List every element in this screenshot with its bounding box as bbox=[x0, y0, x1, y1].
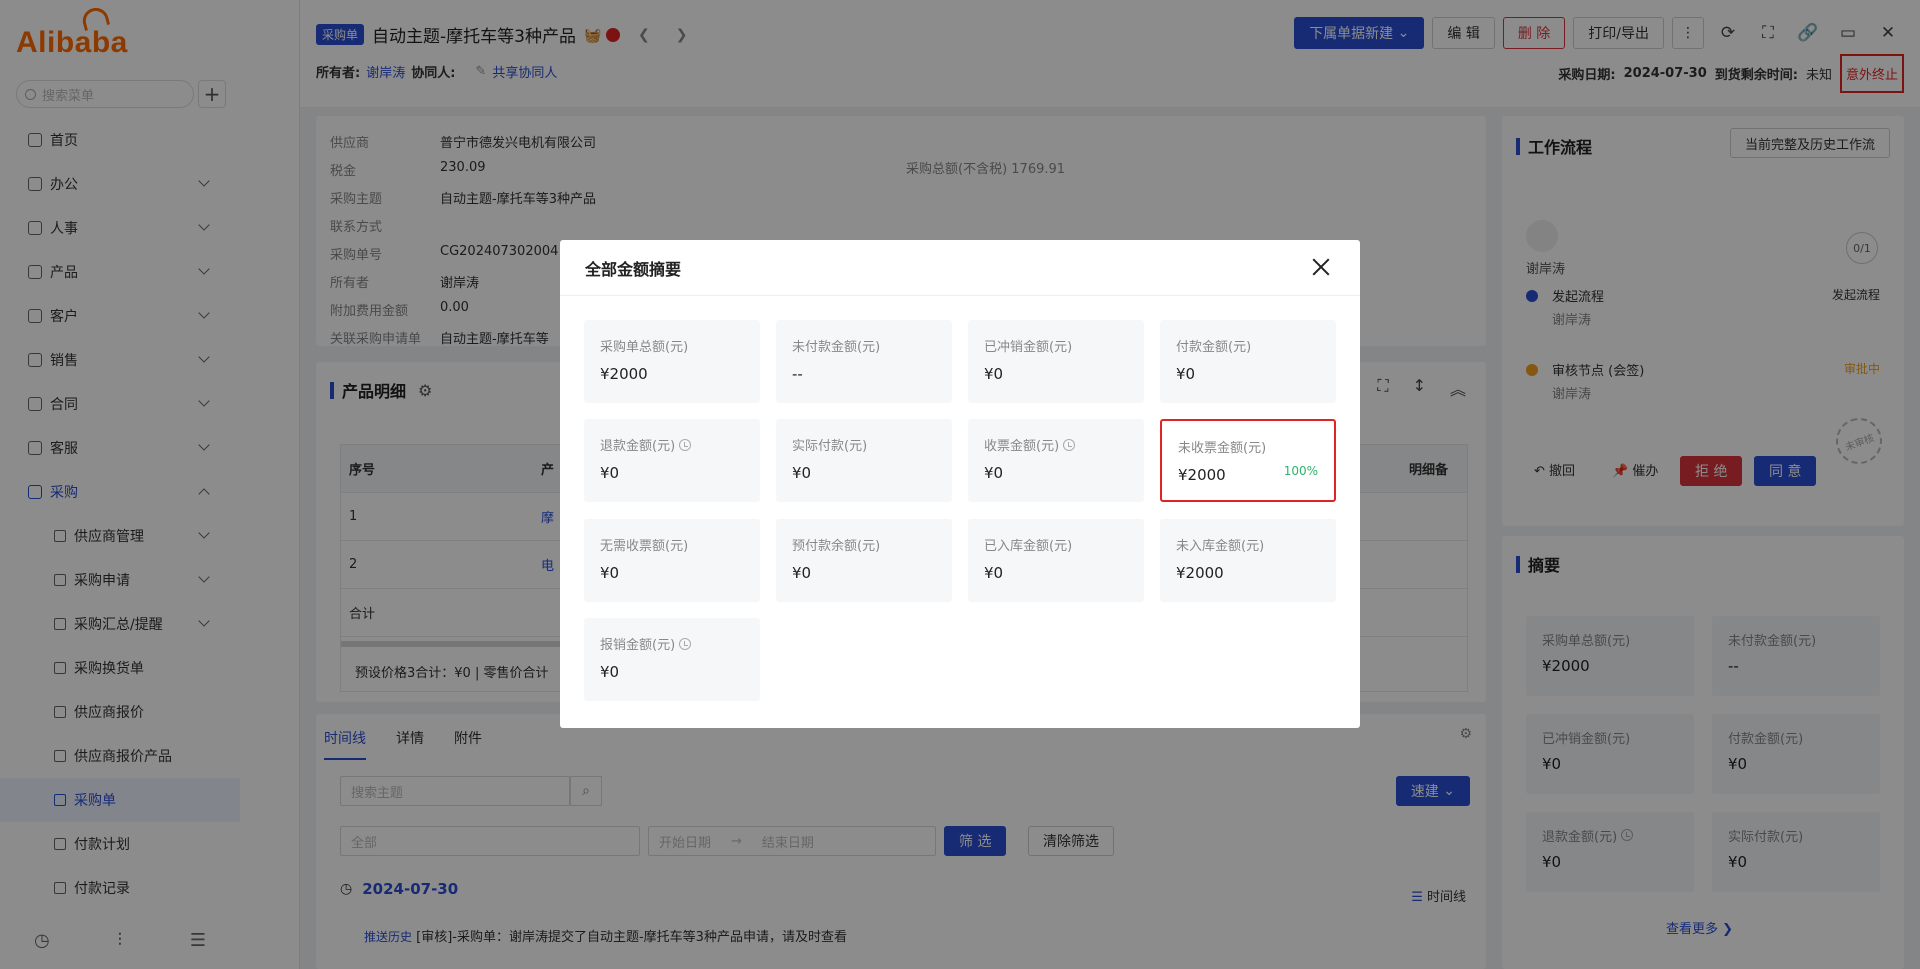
amount-card-label: 实际付款(元) bbox=[792, 435, 936, 454]
amount-card: 付款金额(元) ¥0 bbox=[1160, 320, 1336, 403]
amount-card-label: 付款金额(元) bbox=[1176, 336, 1320, 355]
amount-card-label: 未付款金额(元) bbox=[792, 336, 936, 355]
amount-card-label-text: 收票金额(元) bbox=[984, 439, 1060, 454]
amount-card: 已入库金额(元) ¥0 bbox=[968, 519, 1144, 602]
amount-card: 未入库金额(元) ¥2000 bbox=[1160, 519, 1336, 602]
amount-summary-modal: 全部金额摘要 采购单总额(元) ¥2000 未付款金额(元) -- 已冲销金额(元)… bbox=[560, 240, 1360, 728]
clock-icon bbox=[679, 438, 692, 451]
amount-card-label-text: 无需收票额(元) bbox=[600, 539, 689, 554]
amount-card-label: 无需收票额(元) bbox=[600, 535, 744, 554]
amount-card: 预付款余额(元) ¥0 bbox=[776, 519, 952, 602]
amount-card-label-text: 实际付款(元) bbox=[792, 439, 868, 454]
amount-card: 采购单总额(元) ¥2000 bbox=[584, 320, 760, 403]
amount-card-value: -- bbox=[792, 365, 803, 383]
amount-card-label-text: 报销金额(元) bbox=[600, 638, 676, 653]
amount-card-label-text: 采购单总额(元) bbox=[600, 340, 689, 355]
close-icon[interactable] bbox=[1310, 256, 1332, 278]
clock-icon bbox=[679, 637, 692, 650]
modal-header: 全部金额摘要 bbox=[560, 240, 1360, 296]
amount-card-label: 报销金额(元) bbox=[600, 634, 744, 653]
amount-card-value: ¥2000 bbox=[600, 365, 648, 383]
amount-card-label-text: 已入库金额(元) bbox=[984, 539, 1073, 554]
amount-card-label-text: 付款金额(元) bbox=[1176, 340, 1252, 355]
amount-card-label-text: 未收票金额(元) bbox=[1178, 441, 1267, 456]
amount-card-label: 退款金额(元) bbox=[600, 435, 744, 454]
sidebar-dim-overlay bbox=[0, 0, 300, 969]
modal-title: 全部金额摘要 bbox=[585, 259, 682, 279]
amount-card: 收票金额(元) ¥0 bbox=[968, 419, 1144, 502]
amount-card: 报销金额(元) ¥0 bbox=[584, 618, 760, 701]
amount-card: 实际付款(元) ¥0 bbox=[776, 419, 952, 502]
amount-card-label: 未收票金额(元) bbox=[1178, 437, 1318, 456]
amount-card: 未付款金额(元) -- bbox=[776, 320, 952, 403]
amount-card-value: ¥0 bbox=[984, 365, 1004, 383]
amount-card-value: ¥0 bbox=[600, 564, 620, 582]
amount-card-value: ¥2000 bbox=[1176, 564, 1224, 582]
amount-card-label: 预付款余额(元) bbox=[792, 535, 936, 554]
amount-card-label-text: 已冲销金额(元) bbox=[984, 340, 1073, 355]
amount-card-label: 已冲销金额(元) bbox=[984, 336, 1128, 355]
amount-card-value: ¥0 bbox=[1176, 365, 1196, 383]
clock-icon bbox=[1063, 438, 1076, 451]
amount-card-value: ¥0 bbox=[984, 464, 1004, 482]
amount-card-label-text: 预付款余额(元) bbox=[792, 539, 881, 554]
amount-card-value: ¥0 bbox=[600, 663, 620, 681]
amount-card-value: ¥0 bbox=[792, 564, 812, 582]
amount-card-label: 已入库金额(元) bbox=[984, 535, 1128, 554]
amount-card-value: ¥0 bbox=[600, 464, 620, 482]
amount-card-label: 未入库金额(元) bbox=[1176, 535, 1320, 554]
amount-card-value: ¥0 bbox=[984, 564, 1004, 582]
amount-card-label-text: 未入库金额(元) bbox=[1176, 539, 1265, 554]
amount-card-value: ¥0 bbox=[792, 464, 812, 482]
amount-card-label: 采购单总额(元) bbox=[600, 336, 744, 355]
amount-card: 退款金额(元) ¥0 bbox=[584, 419, 760, 502]
amount-card-percent: 100% bbox=[1283, 464, 1318, 478]
amount-card-label-text: 退款金额(元) bbox=[600, 439, 676, 454]
amount-card-label: 收票金额(元) bbox=[984, 435, 1128, 454]
amount-card: 已冲销金额(元) ¥0 bbox=[968, 320, 1144, 403]
amount-card-label-text: 未付款金额(元) bbox=[792, 340, 881, 355]
amount-card-highlighted: 未收票金额(元) ¥2000 100% bbox=[1160, 419, 1336, 502]
amount-card: 无需收票额(元) ¥0 bbox=[584, 519, 760, 602]
